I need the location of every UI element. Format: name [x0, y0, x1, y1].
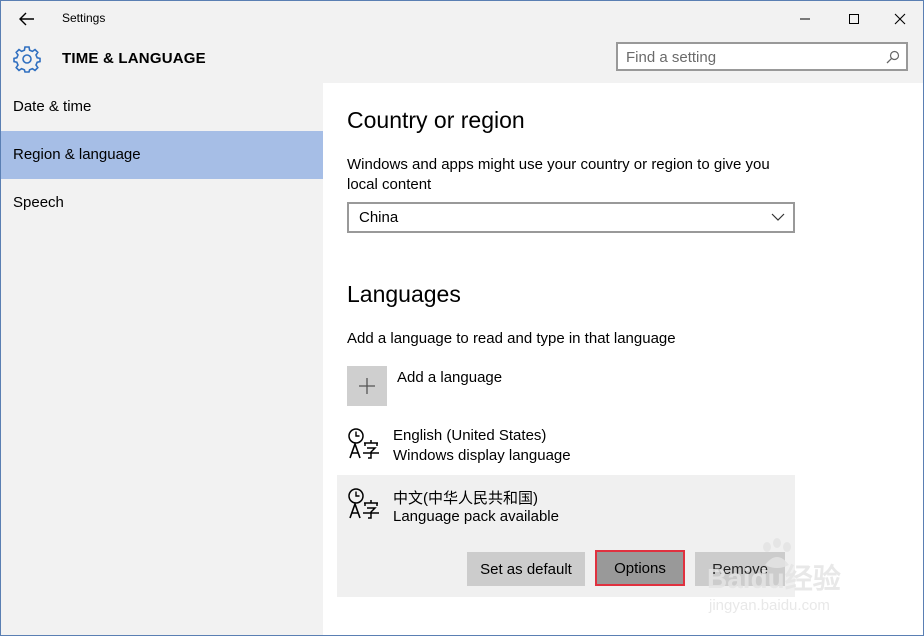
window-title: Settings	[62, 11, 106, 25]
language-item-chinese[interactable]: 中文(中华人民共和国) Language pack available Set …	[337, 475, 795, 597]
language-name: 中文(中华人民共和国)	[393, 490, 538, 507]
country-select[interactable]: China	[347, 202, 795, 233]
settings-header: TIME & LANGUAGE	[1, 37, 923, 83]
maximize-icon	[849, 14, 859, 24]
language-icon	[348, 428, 379, 459]
remove-button[interactable]: Remove	[695, 552, 785, 586]
language-status: Windows display language	[393, 447, 571, 464]
language-name: English (United States)	[393, 427, 547, 444]
back-button[interactable]	[13, 7, 41, 31]
sidebar-item-label: Region & language	[13, 146, 141, 163]
search-icon[interactable]	[886, 50, 900, 64]
maximize-button[interactable]	[831, 1, 877, 37]
country-region-heading: Country or region	[347, 107, 525, 133]
options-button[interactable]: Options	[595, 550, 685, 586]
back-arrow-icon	[19, 12, 34, 26]
sidebar-item-speech[interactable]: Speech	[1, 179, 323, 227]
languages-heading: Languages	[347, 281, 461, 307]
country-select-value: China	[359, 209, 399, 226]
chevron-down-icon	[771, 213, 785, 221]
title-bar: Settings	[1, 1, 923, 37]
settings-window: Settings TIME & LANGUAGE Find a setting …	[0, 0, 924, 636]
minimize-icon	[800, 18, 810, 20]
search-box[interactable]	[616, 42, 908, 71]
close-button[interactable]	[877, 1, 923, 37]
language-status: Language pack available	[393, 508, 559, 525]
sidebar-item-region-language[interactable]: Region & language	[1, 131, 323, 179]
main-content: Country or region Windows and apps might…	[323, 83, 923, 635]
language-icon	[348, 488, 379, 519]
sidebar-item-label: Date & time	[13, 98, 92, 115]
gear-icon	[13, 46, 41, 73]
sidebar: Date & time Region & language Speech	[1, 83, 323, 635]
add-language-button[interactable]	[347, 366, 387, 406]
close-icon	[894, 13, 906, 25]
sidebar-item-date-time[interactable]: Date & time	[1, 83, 323, 131]
minimize-button[interactable]	[782, 1, 828, 37]
add-language-label[interactable]: Add a language	[397, 369, 502, 386]
country-region-description: Windows and apps might use your country …	[347, 156, 770, 193]
languages-description: Add a language to read and type in that …	[347, 330, 676, 347]
plus-icon	[359, 378, 375, 394]
search-input[interactable]	[626, 48, 876, 66]
sidebar-item-label: Speech	[13, 194, 64, 211]
language-item-english[interactable]: English (United States) Windows display …	[337, 417, 795, 475]
set-as-default-button[interactable]: Set as default	[467, 552, 585, 586]
section-title: TIME & LANGUAGE	[62, 50, 206, 67]
